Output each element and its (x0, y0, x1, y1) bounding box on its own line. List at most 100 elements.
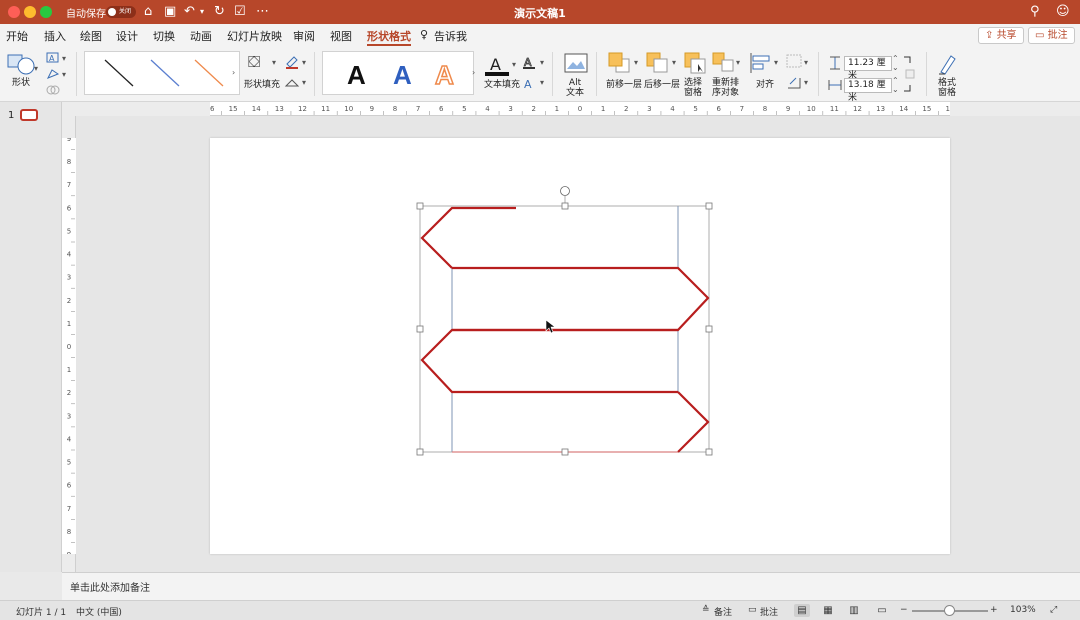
wordart-style-orange[interactable]: A (434, 59, 454, 91)
ruler-label: 1 (67, 320, 71, 328)
line-style-black[interactable] (104, 59, 134, 87)
comments-button[interactable]: ▭ 批注 (1028, 27, 1075, 44)
ruler-label: 1 (555, 105, 559, 113)
share-button[interactable]: ⇪ 共享 (978, 27, 1024, 44)
tab-animations[interactable]: 动画 (190, 28, 212, 44)
selection-pane-icon[interactable] (684, 52, 708, 74)
slideshow-button[interactable]: ▭ (874, 604, 890, 617)
align-icon[interactable] (748, 52, 774, 74)
comment-icon: ▭ (1035, 30, 1048, 41)
width-stepper-icon[interactable]: ⌃ ⌄ (892, 76, 899, 94)
notes-toggle-label[interactable]: 备注 (714, 605, 732, 618)
chevron-down-icon[interactable]: ▾ (804, 78, 808, 87)
chevron-down-icon[interactable]: ▾ (540, 78, 544, 87)
ruler-label: 6 (67, 204, 72, 212)
tab-view[interactable]: 视图 (330, 28, 352, 44)
alt-text-icon[interactable] (564, 52, 588, 74)
chevron-down-icon[interactable]: ▾ (302, 78, 306, 87)
text-fill-icon[interactable]: A (484, 52, 510, 78)
bring-forward-label: 前移一层 (606, 80, 643, 90)
chevron-down-icon[interactable]: ▾ (302, 58, 306, 67)
slide-sorter-button[interactable]: ▦ (820, 604, 836, 617)
search-icon[interactable]: ⚲ (1030, 4, 1040, 20)
notes-toggle-icon[interactable]: ≙ (702, 605, 710, 615)
rotate-icon[interactable] (786, 76, 802, 90)
ruler-label: 15 (922, 105, 931, 113)
lock-aspect-icon[interactable] (902, 54, 916, 94)
height-field[interactable]: 11.23 厘米 (844, 56, 892, 81)
ruler-label: 13 (876, 105, 885, 113)
chevron-down-icon[interactable]: ▾ (804, 58, 808, 67)
comments-toggle-icon[interactable]: ▭ (748, 605, 757, 615)
chevron-down-icon[interactable]: ▾ (272, 58, 276, 67)
paint-bucket-icon[interactable]: ⛋ (248, 52, 260, 72)
svg-text:A: A (49, 54, 55, 63)
text-outline-icon[interactable]: A (522, 54, 538, 70)
shape-effects-icon[interactable] (284, 76, 300, 90)
group-icon[interactable] (786, 54, 802, 68)
wordart-style-blue[interactable]: A (393, 60, 412, 91)
normal-view-button[interactable]: ▤ (794, 604, 810, 617)
chevron-down-icon[interactable]: ▾ (512, 60, 516, 69)
zoom-out-icon[interactable]: − (900, 605, 908, 615)
chevron-right-icon[interactable]: › (232, 68, 235, 77)
chevron-down-icon[interactable]: ▾ (62, 70, 66, 79)
horizontal-ruler: 1615141312111098765432101234567891011121… (206, 102, 955, 116)
tab-insert[interactable]: 插入 (44, 28, 66, 44)
language[interactable]: 中文 (中国) (76, 605, 122, 618)
ribbon-separator (926, 52, 927, 96)
ribbon-separator (818, 52, 819, 96)
ruler-label: 6 (717, 105, 722, 113)
chevron-down-icon[interactable]: ▾ (34, 64, 38, 73)
notes-pane[interactable]: 单击此处添加备注 (62, 572, 1080, 600)
ruler-label: 10 (344, 105, 353, 113)
tab-review[interactable]: 审阅 (293, 28, 315, 44)
ribbon-separator (596, 52, 597, 96)
ruler-label: 12 (853, 105, 862, 113)
shape-fill-label: 形状填充 (244, 80, 281, 90)
line-style-orange[interactable] (194, 59, 224, 87)
account-icon[interactable]: ☺ (1056, 4, 1070, 20)
width-field[interactable]: 13.18 厘米 (844, 78, 892, 103)
height-icon (830, 56, 840, 70)
line-styles-preview (104, 59, 224, 87)
send-backward-icon[interactable] (646, 52, 670, 74)
height-stepper-icon[interactable]: ⌃ ⌄ (892, 54, 899, 72)
tab-transitions[interactable]: 切换 (153, 28, 175, 44)
chevron-down-icon[interactable]: ▾ (736, 58, 740, 67)
tab-shape-format[interactable]: 形状格式 (367, 28, 411, 46)
chevron-right-icon[interactable]: › (472, 68, 475, 77)
fit-to-window-icon[interactable]: ⤢ (1050, 605, 1057, 615)
slide[interactable] (210, 138, 950, 554)
reading-view-button[interactable]: ▥ (846, 604, 862, 617)
tab-home[interactable]: 开始 (6, 28, 28, 44)
zoom-in-icon[interactable]: + (990, 605, 998, 615)
tab-slideshow[interactable]: 幻灯片放映 (227, 28, 282, 44)
text-box-icon[interactable]: A (46, 52, 60, 64)
zoom-slider-handle[interactable] (944, 605, 955, 616)
reorder-objects-icon[interactable] (712, 52, 736, 74)
tab-design[interactable]: 设计 (116, 28, 138, 44)
chevron-down-icon[interactable]: ▾ (540, 58, 544, 67)
chevron-down-icon[interactable]: ▾ (62, 54, 66, 63)
chevron-down-icon[interactable]: ▾ (774, 58, 778, 67)
text-effects-icon[interactable]: A (522, 76, 538, 92)
bring-forward-icon[interactable] (608, 52, 632, 74)
line-style-blue[interactable] (150, 59, 180, 87)
tab-tell-me[interactable]: 告诉我 (434, 28, 467, 44)
slide-thumbnail[interactable] (20, 109, 38, 121)
ruler-label: 16 (210, 105, 215, 113)
zoom-level[interactable]: 103% (1010, 605, 1036, 615)
edit-shape-icon[interactable] (46, 68, 60, 80)
tab-draw[interactable]: 绘图 (80, 28, 102, 44)
comments-toggle-label[interactable]: 批注 (760, 605, 778, 618)
wordart-styles-gallery: A A A (322, 51, 474, 95)
ruler-label: 12 (298, 105, 307, 113)
chevron-down-icon[interactable]: ▾ (634, 58, 638, 67)
slide-thumbnails-panel: 1 (0, 102, 62, 572)
merge-shapes-icon[interactable] (46, 84, 60, 96)
chevron-down-icon[interactable]: ▾ (672, 58, 676, 67)
format-pane-icon[interactable] (936, 52, 960, 76)
shape-outline-icon[interactable] (284, 54, 300, 70)
wordart-style-black[interactable]: A (347, 60, 366, 91)
